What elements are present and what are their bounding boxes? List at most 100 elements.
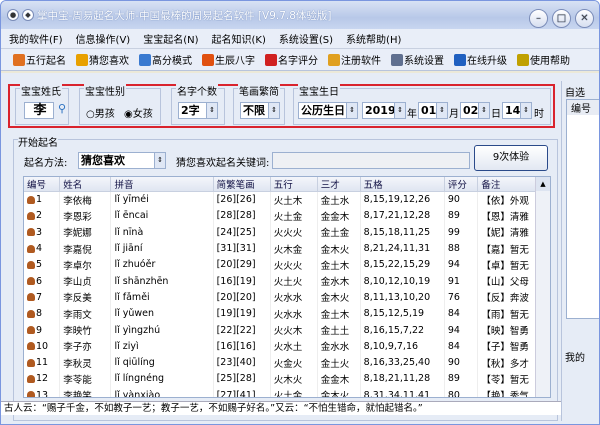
gender-group: 宝宝性别 ○男孩 ◉女孩 [79,83,161,125]
toolbar-label: 在线升级 [467,56,507,67]
table-row[interactable]: 6 李山贞 lǐ shānzhēn [16][19] 火土火 金水木 8,10,12,10,… [24,272,537,290]
hour-select[interactable]: 14 ⇕ [502,102,532,119]
system-menu-icon[interactable]: ● [7,9,19,21]
table-cell: 8 [24,305,61,322]
column-header[interactable]: 五格 [360,177,445,192]
avatar-icon [27,293,35,302]
cell-text: 94 [447,324,460,336]
favorites-col-header: 编号 [567,100,599,115]
cell-text: 金土火 [320,358,350,370]
menu-item[interactable]: 信息操作(V) [76,31,131,46]
column-header[interactable]: 拼音 [110,177,214,192]
hour-unit: 时 [534,109,544,120]
table-row[interactable]: 1 李依梅 lǐ yīméi [26][26] 火土木 金土水 8,15,19,12,26 9… [24,191,537,208]
table-cell: 84 [444,305,479,322]
column-header[interactable]: 评分 [444,177,479,192]
table-cell: 【山】父母 [477,272,537,290]
spin-icon[interactable]: ⇕ [268,103,279,118]
toolbar-button[interactable]: 名字评分 [265,52,318,67]
table-row[interactable]: 11 李秋灵 lǐ qiūlíng [23][40] 火金火 金土火 8,16,33,25,… [24,354,537,371]
calendar-select[interactable]: 公历生日 ⇕ [298,102,358,119]
cell-text: [22][22] [216,324,256,336]
table-row[interactable]: 10 李子亦 lǐ ziyì [16][16] 火水土 金水水 8,10,9,7,16 84 【… [24,338,537,355]
table-cell: 8,16,33,25,40 [360,354,445,371]
method-select[interactable]: 猜您喜欢 ⇕ [78,152,166,169]
title-bar: ● ◆ 掌中宝-周易起名大师-中国最棒的周易起名软件 [V9.7.8体验版] –… [1,1,599,29]
cell-text: lǐ yànxiào [114,389,161,398]
day-unit: 日 [491,109,501,120]
spin-icon[interactable]: ⇕ [478,103,489,118]
menu-item[interactable]: 起名知识(K) [212,31,266,46]
menu-item[interactable]: 宝宝起名(N) [143,31,198,46]
gender-radio-male[interactable]: ○男孩 [86,105,115,120]
toolbar-button[interactable]: 高分模式 [139,52,192,67]
menu-item[interactable]: 系统设置(S) [279,31,333,46]
close-button[interactable]: ✕ [575,9,594,28]
spin-icon[interactable]: ⇕ [394,103,405,118]
cell-text: 8,11,13,10,20 [363,291,431,303]
table-row[interactable]: 5 李卓尔 lǐ zhuóěr [20][29] 火火火 金土木 8,15,22,15,29… [24,256,537,273]
table-cell: lǐ yìngzhú [110,321,214,339]
table-row[interactable]: 9 李映竹 lǐ yìngzhú [22][22] 火火木 金土土 8,16,15,7,22… [24,321,537,339]
column-header[interactable]: 三才 [317,177,361,192]
table-row[interactable]: 3 李妮娜 lǐ nīnà [24][25] 火火火 金土金 8,15,18,11,25 99… [24,224,537,241]
menu-item[interactable]: 系统帮助(H) [346,31,401,46]
spin-icon[interactable]: ⇕ [520,103,531,118]
toolbar-button[interactable]: 在线升级 [454,52,507,67]
trial-button[interactable]: 9次体验 [474,145,548,171]
table-cell: 火水水 [270,305,318,322]
minimize-button[interactable]: – [529,9,548,28]
cell-text: 90 [447,194,460,206]
calendar-icon [202,53,214,66]
vertical-scrollbar[interactable]: ▲ [535,177,550,397]
gender-radio-female[interactable]: ◉女孩 [124,105,153,120]
spin-icon[interactable]: ⇕ [346,103,357,118]
table-cell: [20][29] [213,256,271,273]
table-row[interactable]: 4 李嘉倪 lǐ jiāní [31][31] 火木金 金木火 8,21,24,11,31 8… [24,240,537,257]
surname-input[interactable]: 李 [24,102,54,119]
keyword-input[interactable] [272,152,470,169]
table-row[interactable]: 13 李艳笑 lǐ yànxiào [27][41] 火土金 金木火 8,31,34,11,… [24,387,537,398]
table-cell: 李山贞 [59,272,112,290]
spin-icon[interactable]: ⇕ [436,103,447,118]
month-select[interactable]: 01 ⇕ [418,102,448,119]
table-cell: 火水土 [270,338,318,355]
table-row[interactable]: 7 李反美 lǐ fǎměi [20][20] 火水水 金木火 8,11,13,10,20 7… [24,289,537,306]
name-count-select[interactable]: 2字 ⇕ [178,102,218,119]
cell-text: [20][29] [216,259,256,271]
spin-icon[interactable]: ⇕ [154,153,165,168]
toolbar-button[interactable]: 生辰八字 [202,52,255,67]
toolbar-button[interactable]: 五行起名 [13,52,66,67]
table-row[interactable]: 2 李恩彩 lǐ ēncai [28][28] 火土金 金金木 8,17,21,12,28 8… [24,207,537,225]
table-cell: 李艳笑 [59,387,112,397]
strokes-select[interactable]: 不限 ⇕ [240,102,280,119]
cell-text: [27][41] [216,389,256,398]
scroll-up-icon[interactable]: ▲ [536,177,550,191]
cell-text: 88 [447,243,460,255]
column-header[interactable]: 编号 [24,177,61,192]
cell-text: 5 [36,259,43,271]
table-row[interactable]: 8 李雨文 lǐ yǔwen [19][19] 火水水 金土木 8,15,12,5,19 84… [24,305,537,322]
toolbar-button[interactable]: 注册软件 [328,52,381,67]
column-header[interactable]: 五行 [270,177,318,192]
column-header[interactable]: 姓名 [59,177,112,192]
table-row[interactable]: 12 李苓能 lǐ língnéng [25][28] 火木火 金金木 8,18,21,11… [24,370,537,388]
day-select[interactable]: 02 ⇕ [460,102,490,119]
cell-text: 火木金 [273,244,303,256]
search-icon[interactable]: ⚲ [58,102,66,115]
toolbar-button[interactable]: 系统设置 [391,52,444,67]
table-cell: 李苓能 [59,370,112,388]
toolbar-button[interactable]: 猜您喜欢 [76,52,129,67]
cell-text: 2 [36,210,43,222]
column-header[interactable]: 简繁笔画 [213,177,271,192]
menu-item[interactable]: 我的软件(F) [9,31,63,46]
year-select[interactable]: 2019 ⇕ [362,102,406,119]
pin-icon[interactable]: ◆ [22,9,34,21]
spin-icon[interactable]: ⇕ [206,103,217,118]
maximize-button[interactable]: □ [552,9,571,28]
cell-text: 【妮】清雅 [481,228,529,240]
column-header[interactable]: 备注 [477,177,537,192]
favorites-list[interactable]: 编号 [566,99,599,319]
toolbar-button[interactable]: 使用帮助 [517,52,570,67]
table-cell: 88 [444,240,479,257]
